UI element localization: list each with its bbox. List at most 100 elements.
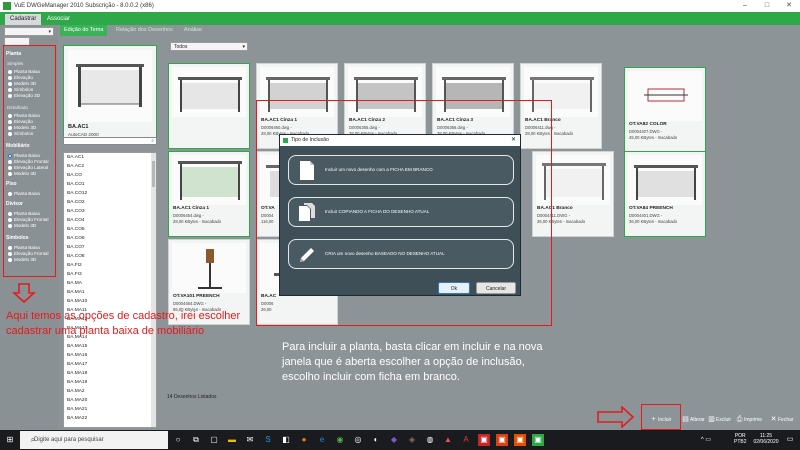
- annotation-text-right: Para incluir a planta, basta clicar em i…: [282, 341, 543, 383]
- app-icon[interactable]: ▢: [208, 434, 220, 446]
- card-name: OT.VA84 PREENCH: [629, 206, 673, 211]
- list-item[interactable]: BA.CO12: [67, 191, 87, 196]
- drawing-thumbnail: [628, 155, 702, 205]
- file-explorer-icon[interactable]: ▬: [226, 434, 238, 446]
- tab-relacao-dos-desenhos[interactable]: Relação dos Desenhos: [112, 25, 177, 36]
- incluir-button[interactable]: + Incluir: [650, 416, 671, 423]
- app-icon[interactable]: ▣: [496, 434, 508, 446]
- list-item[interactable]: BA.AC1: [67, 155, 84, 160]
- filter-value: Todos: [174, 44, 188, 50]
- search-icon[interactable]: ⌕: [151, 138, 154, 144]
- drawing-code-list[interactable]: BA.AC1 BA.AC2 BA.CO BA.CO1 BA.CO12 BA.CO…: [63, 152, 157, 428]
- list-item[interactable]: BA.CO6: [67, 236, 85, 241]
- app-icon[interactable]: ▲: [442, 434, 454, 446]
- windows-start-icon[interactable]: ⊞: [4, 434, 16, 446]
- close-icon: ✕: [770, 416, 777, 423]
- list-item[interactable]: BA.MA19: [67, 380, 87, 385]
- list-item[interactable]: BA.MA1: [67, 290, 85, 295]
- list-item[interactable]: BA.FI2: [67, 263, 82, 268]
- right-arrow-icon: [597, 406, 635, 428]
- list-item[interactable]: BA.CO: [67, 173, 82, 178]
- card-name: OT.VA101 PREENCH: [173, 294, 220, 299]
- imprime-button[interactable]: ⎙ Imprime: [736, 416, 762, 423]
- dwgemanager-icon[interactable]: ▣: [532, 434, 544, 446]
- excluir-button[interactable]: ▥Excluir: [708, 416, 731, 423]
- tab-associar[interactable]: Associar: [42, 14, 75, 25]
- list-item[interactable]: BA.MA2: [67, 389, 85, 394]
- cortana-icon[interactable]: ○: [172, 434, 184, 446]
- search-input[interactable]: ⌕: [63, 137, 157, 145]
- list-scrollbar[interactable]: [151, 153, 156, 427]
- print-icon: ⎙: [736, 416, 743, 423]
- annotation-text-left: Aqui temos as opções de cadastro, irei e…: [6, 310, 241, 337]
- list-item[interactable]: BA.MA16: [67, 353, 87, 358]
- taskbar: ⊞ Digite aqui para pesquisar ⌕ ○ ⧉ ▢ ▬ ✉…: [0, 430, 800, 450]
- card-file: D0004407.DWG -: [629, 129, 663, 134]
- filter-dropdown[interactable]: Todos ▾: [170, 42, 248, 51]
- edit-icon: ▤: [682, 416, 689, 423]
- list-item[interactable]: BA.CO3: [67, 209, 85, 214]
- down-arrow-icon: [12, 283, 36, 304]
- minimize-icon[interactable]: –: [734, 0, 756, 12]
- app-icon[interactable]: ◆: [388, 434, 400, 446]
- close-icon[interactable]: ✕: [778, 0, 800, 12]
- tab-edicao-do-tema[interactable]: Edição do Tema: [60, 25, 108, 36]
- card-name: BA.AC1 Cinza 1: [173, 206, 209, 211]
- app-icon[interactable]: ▣: [478, 434, 490, 446]
- clock[interactable]: 11:25 02/06/2020: [752, 433, 780, 445]
- list-item[interactable]: BA.MA21: [67, 407, 87, 412]
- list-item[interactable]: BA.CO1: [67, 182, 85, 187]
- mail-icon[interactable]: ✉: [244, 434, 256, 446]
- top-tab-bar: Cadastrar Associar: [0, 12, 800, 25]
- list-item[interactable]: BA.MA18: [67, 371, 87, 376]
- alterar-button[interactable]: ▤Alterar: [682, 416, 705, 423]
- app-icon[interactable]: ◧: [280, 434, 292, 446]
- tray-icons[interactable]: ^ ▭ ◔: [700, 434, 712, 450]
- drawing-card[interactable]: BA.AC1 Cinza 1 D0006454.dwg - 28,00 KByt…: [168, 151, 250, 237]
- tab-cadastrar[interactable]: Cadastrar: [5, 14, 42, 25]
- skype-icon[interactable]: S: [262, 434, 274, 446]
- drawing-thumbnail: [172, 67, 246, 117]
- tab-analise[interactable]: Análise: [180, 25, 206, 36]
- chrome-icon[interactable]: ◉: [334, 434, 346, 446]
- edge-icon[interactable]: e: [316, 434, 328, 446]
- list-item[interactable]: BA.CO2: [67, 200, 85, 205]
- app-icon[interactable]: ◍: [424, 434, 436, 446]
- drawing-card[interactable]: OT.VA84 PREENCH D0004401.DWG - 36,00 KBy…: [624, 151, 706, 237]
- list-item[interactable]: BA.CO4: [67, 218, 85, 223]
- list-item[interactable]: BA.AC2: [67, 164, 84, 169]
- scrollbar-thumb[interactable]: [152, 161, 155, 187]
- list-item[interactable]: BA.MA22: [67, 416, 87, 421]
- list-item[interactable]: BA.FI3: [67, 272, 82, 277]
- input-language[interactable]: POR PTB2: [734, 433, 747, 445]
- list-item[interactable]: BA.MA10: [67, 299, 87, 304]
- taskbar-search-input[interactable]: Digite aqui para pesquisar: [20, 431, 168, 449]
- task-view-icon[interactable]: ⧉: [190, 434, 202, 446]
- category-combo[interactable]: ▾: [4, 27, 54, 36]
- search-icon: ⌕: [30, 435, 36, 444]
- app-icon[interactable]: ◎: [352, 434, 364, 446]
- app-icon[interactable]: ◐: [370, 434, 382, 446]
- autocad-icon[interactable]: A: [460, 434, 472, 446]
- list-item[interactable]: BA.MA15: [67, 344, 87, 349]
- notification-icon[interactable]: ▭: [784, 434, 796, 446]
- list-item[interactable]: BA.MA: [67, 281, 82, 286]
- list-item[interactable]: BA.MA20: [67, 398, 87, 403]
- drawing-card[interactable]: OT.VA82 COLOR D0004407.DWG - 45,00 KByte…: [624, 67, 706, 153]
- list-item[interactable]: BA.MA17: [67, 362, 87, 367]
- firefox-icon[interactable]: ●: [298, 434, 310, 446]
- list-item[interactable]: BA.CO5: [67, 227, 85, 232]
- app-icon[interactable]: ▣: [514, 434, 526, 446]
- maximize-icon[interactable]: □: [756, 0, 778, 12]
- app-icon[interactable]: ◈: [406, 434, 418, 446]
- trash-icon: ▥: [708, 416, 715, 423]
- list-item[interactable]: BA.CO8: [67, 254, 85, 259]
- preview-name: BA.AC1: [68, 124, 89, 130]
- drawing-card[interactable]: [168, 63, 250, 149]
- drawings-count: 14 Desenhos Listados: [167, 394, 217, 400]
- fechar-button[interactable]: ✕ Fechar: [770, 416, 794, 423]
- preview-image: [68, 50, 152, 122]
- list-item[interactable]: BA.CO7: [67, 245, 85, 250]
- drawing-thumbnail: [628, 71, 702, 121]
- card-name: OT.VA82 COLOR: [629, 122, 667, 127]
